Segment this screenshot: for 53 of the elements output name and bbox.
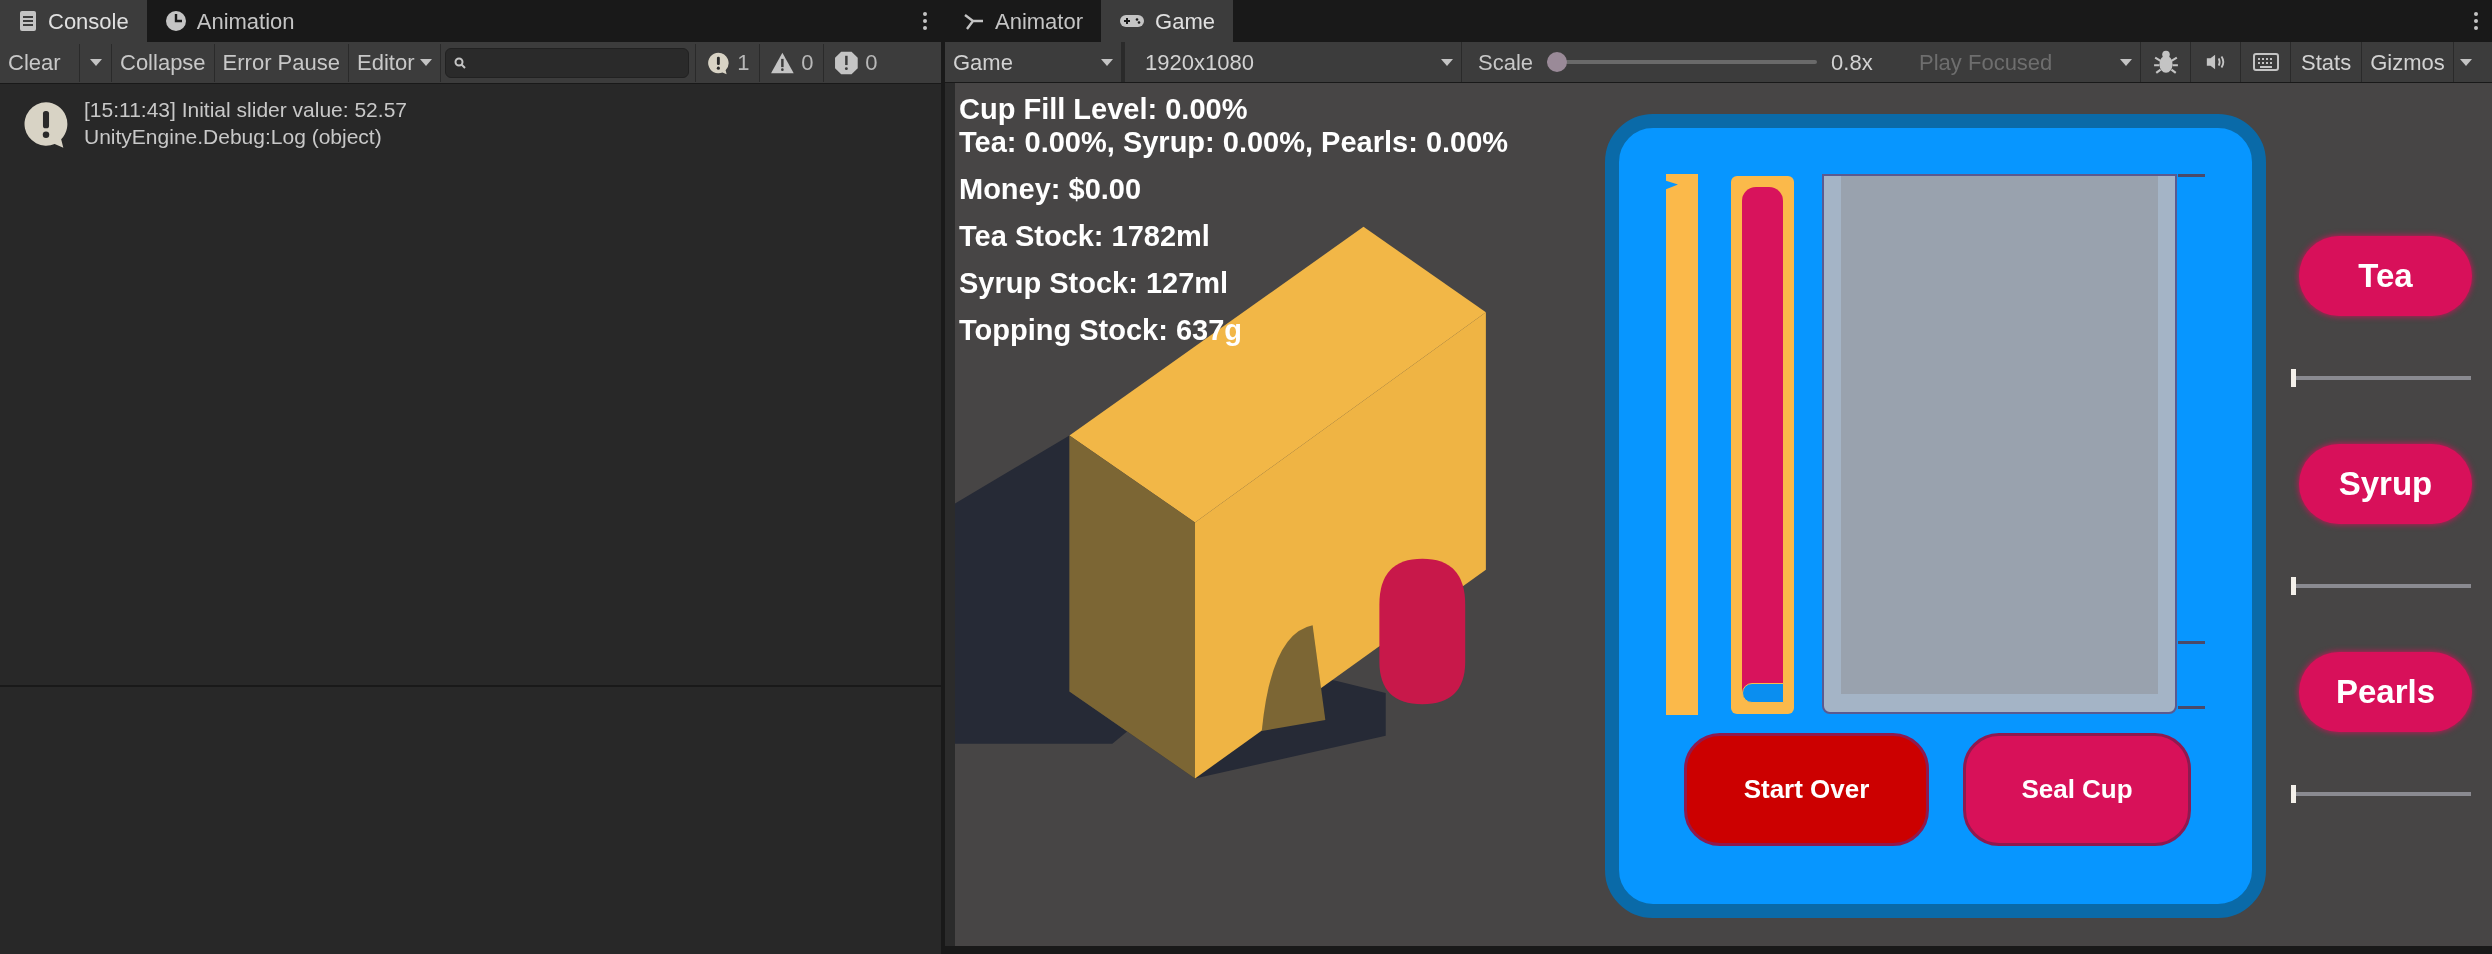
search-icon [454,56,467,69]
hud-text: Tea Stock: 1782ml [959,219,1211,254]
error-icon [834,49,860,76]
hud-text: Tea: 0.00%, Syrup: 0.00%, Pearls: 0.00% [959,125,1509,160]
more-options-icon[interactable] [923,11,927,31]
hud-text: Syrup Stock: 127ml [959,266,1230,301]
panel-button[interactable]: Seal Cup [1963,733,2191,846]
pour-slider[interactable] [1731,176,1794,714]
hud-text: Money: $0.00 [959,172,1143,207]
log-message: [15:11:43] Initial slider value: 52.57 [84,97,407,123]
more-options-icon[interactable] [2474,11,2478,31]
stats-button[interactable]: Stats [2291,42,2363,82]
tab[interactable]: Console [0,0,147,42]
ingredient-button[interactable]: Syrup [2299,444,2472,524]
error-pause-button[interactable]: Error Pause [214,43,349,82]
count-toggle[interactable]: 0 [823,43,888,82]
caret-icon [1441,58,1453,66]
keyboard-icon [2252,50,2279,74]
slider-thumb[interactable] [1547,52,1568,72]
hud-text: Cup Fill Level: 0.00% [959,92,1249,127]
editor-dropdown[interactable]: Editor [349,43,442,82]
count-toggle[interactable]: 1 [695,43,760,82]
ingredient-button[interactable]: Pearls [2299,652,2472,732]
document-icon [18,10,38,32]
bug-icon [2152,49,2179,75]
gizmos-button[interactable]: Gizmos [2362,42,2454,82]
search-field[interactable] [445,47,690,78]
ingredient-slider[interactable] [2291,369,2471,387]
scale-label: Scale [1478,48,1534,77]
ingredient-button[interactable]: Tea [2299,236,2472,316]
caret-icon [2459,58,2472,66]
gamepad-icon [1119,12,1146,30]
slider-thumb[interactable] [2291,369,2296,387]
tab[interactable]: Game [1101,0,1233,42]
ingredient-slider[interactable] [2291,577,2471,595]
collapse-button[interactable]: Collapse [112,43,215,82]
log-source: UnityEngine.Debug:Log (object) [84,124,383,150]
clock-icon [164,10,187,32]
scale-slider[interactable] [1547,52,1818,72]
branch-icon [963,11,985,31]
count-toggle[interactable]: 0 [759,43,824,82]
caret-icon [2120,58,2133,66]
clear-button[interactable]: Clear [0,43,80,82]
caret-icon [89,59,102,66]
caret-icon [1101,58,1113,66]
caret-icon [420,59,433,66]
panel-button[interactable]: Start Over [1684,733,1929,846]
slider-handle[interactable] [1742,683,1784,703]
slider-thumb[interactable] [2291,577,2296,595]
resolution-dropdown[interactable]: 1920x1080 [1137,42,1462,82]
ingredient-slider[interactable] [2291,785,2471,803]
scale-value: 0.8x [1831,48,1874,77]
slider-thumb[interactable] [2291,785,2296,803]
